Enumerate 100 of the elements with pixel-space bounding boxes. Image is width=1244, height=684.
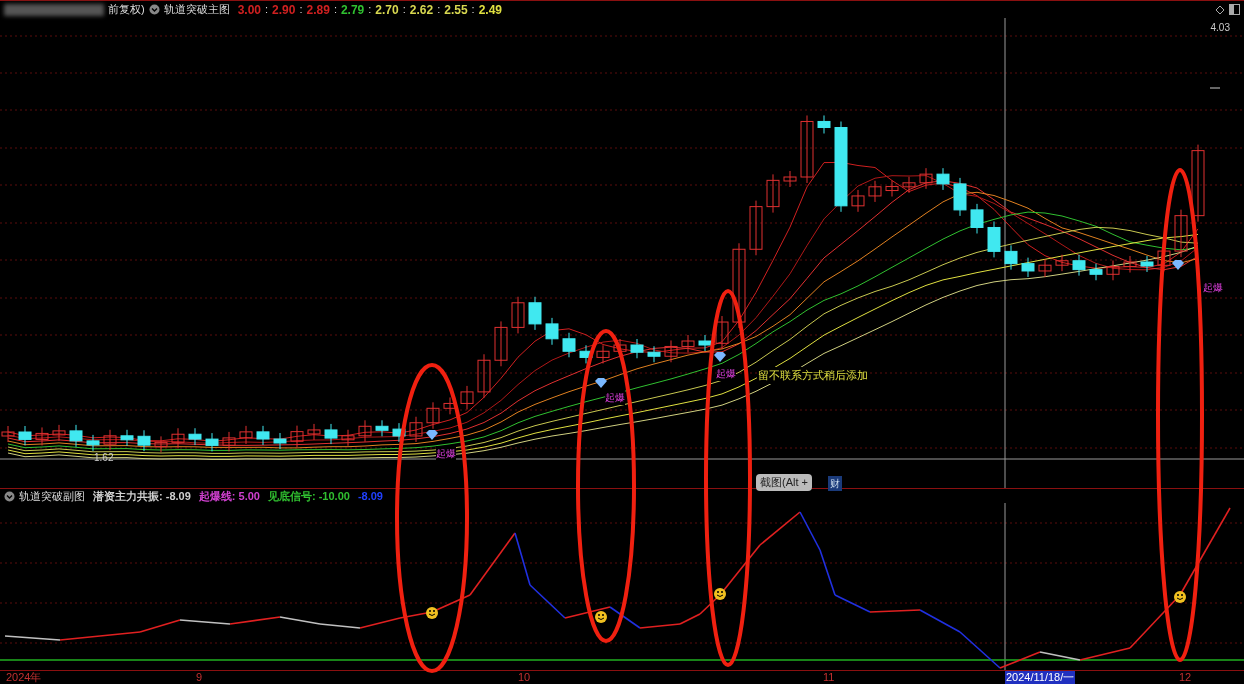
candlestick [1106, 260, 1120, 281]
candlestick [426, 401, 440, 430]
indicator-value: 见底信号: -10.00 [267, 488, 350, 504]
candlestick [1055, 254, 1069, 272]
indicator-value: 潜资主力共振: -8.09 [93, 488, 191, 504]
candlestick [307, 423, 321, 441]
candlestick [477, 353, 491, 399]
candlestick [409, 416, 423, 443]
candlestick [443, 396, 457, 415]
candlestick [664, 339, 678, 363]
candlestick [936, 167, 950, 191]
candlestick [579, 344, 593, 364]
separator: : [471, 2, 475, 18]
candlestick [868, 180, 882, 203]
ma-value: 2.89 [306, 1, 330, 19]
finance-badge[interactable]: 财 [828, 476, 842, 491]
candlestick [1123, 255, 1137, 274]
panel-toggle-icon[interactable] [1229, 4, 1240, 15]
diamond-icon [1172, 260, 1184, 270]
candlestick [86, 434, 100, 452]
smiley-icon [595, 611, 607, 623]
indicator-title[interactable]: 轨道突破主图 [163, 1, 230, 18]
candlestick [52, 424, 66, 442]
candlestick [630, 338, 644, 359]
candlestick [103, 429, 117, 451]
candlestick [1140, 255, 1154, 273]
candlestick [460, 385, 474, 410]
candlestick [970, 203, 984, 234]
price-high-label: 4.03 [1210, 21, 1230, 35]
candlestick [545, 317, 559, 346]
candlestick [800, 114, 814, 184]
diamond-icon [595, 378, 607, 388]
diamond-icon[interactable] [1215, 4, 1225, 15]
signal-label: 起爆 [716, 366, 736, 381]
candlestick [324, 423, 338, 445]
candlestick [341, 429, 355, 447]
candlestick [919, 167, 933, 190]
candlestick [154, 435, 168, 453]
candlestick [137, 429, 151, 452]
separator: : [333, 2, 337, 18]
smiley-icon [426, 607, 438, 619]
candlestick [1174, 209, 1188, 258]
circle-chevron-icon [4, 490, 15, 502]
candlestick [188, 427, 202, 446]
candlestick [205, 432, 219, 452]
candlestick [885, 180, 899, 198]
candlestick [902, 176, 916, 194]
axis-label: 9 [195, 671, 204, 684]
candlestick [171, 427, 185, 449]
candlestick [511, 296, 525, 334]
axis-label: 12 [1178, 671, 1193, 684]
candlestick [290, 425, 304, 448]
axis-label: 2024/11/18/一 [1005, 671, 1076, 684]
note-text: 留不联系方式稍后添加 [757, 367, 869, 384]
candlestick [256, 425, 270, 446]
indicator-value: -8.09 [357, 488, 383, 504]
smiley-icon [714, 588, 726, 600]
candlestick [987, 221, 1001, 258]
ma-value: 2.55 [444, 1, 468, 19]
separator: : [368, 2, 372, 18]
price-tick-mark [1209, 87, 1221, 89]
candlestick [817, 114, 831, 134]
axis-label: 10 [517, 671, 532, 684]
candlestick [239, 425, 253, 445]
signal-label: 起爆 [1203, 280, 1223, 295]
circle-chevron-icon [148, 4, 160, 15]
diamond-icon [426, 430, 438, 440]
candlestick [69, 424, 83, 448]
candlestick [528, 296, 542, 331]
candlestick [1038, 258, 1052, 278]
candlestick [494, 320, 508, 367]
ma-value: 2.79 [340, 1, 365, 19]
candlestick [35, 426, 49, 446]
indicator-value: 起爆线: 5.00 [198, 488, 260, 504]
indicator-title[interactable]: 轨道突破副图 [19, 487, 85, 505]
axis-label: 11 [822, 671, 836, 684]
ma-value: 3.00 [237, 1, 262, 19]
candlestick [698, 334, 712, 352]
signal-label: 起爆 [436, 446, 456, 461]
separator: : [299, 2, 303, 18]
ma-value: 2.70 [375, 1, 399, 19]
separator: : [402, 2, 406, 18]
candlestick [1, 425, 15, 443]
separator: : [265, 2, 269, 18]
candlestick [851, 189, 865, 213]
candlestick [647, 345, 661, 363]
axis-label: 2024年 [5, 671, 43, 684]
smiley-icon [1174, 591, 1186, 603]
ma-value: 2.49 [478, 1, 502, 19]
candlestick [749, 200, 763, 256]
candlestick [358, 419, 372, 443]
candlestick [1089, 263, 1103, 281]
candlestick [273, 432, 287, 450]
candlestick [375, 419, 389, 437]
candlestick [562, 332, 576, 358]
candlestick [766, 173, 780, 214]
separator: : [437, 2, 441, 18]
candlestick [681, 334, 695, 353]
candlestick [953, 177, 967, 217]
candlestick [392, 422, 406, 443]
